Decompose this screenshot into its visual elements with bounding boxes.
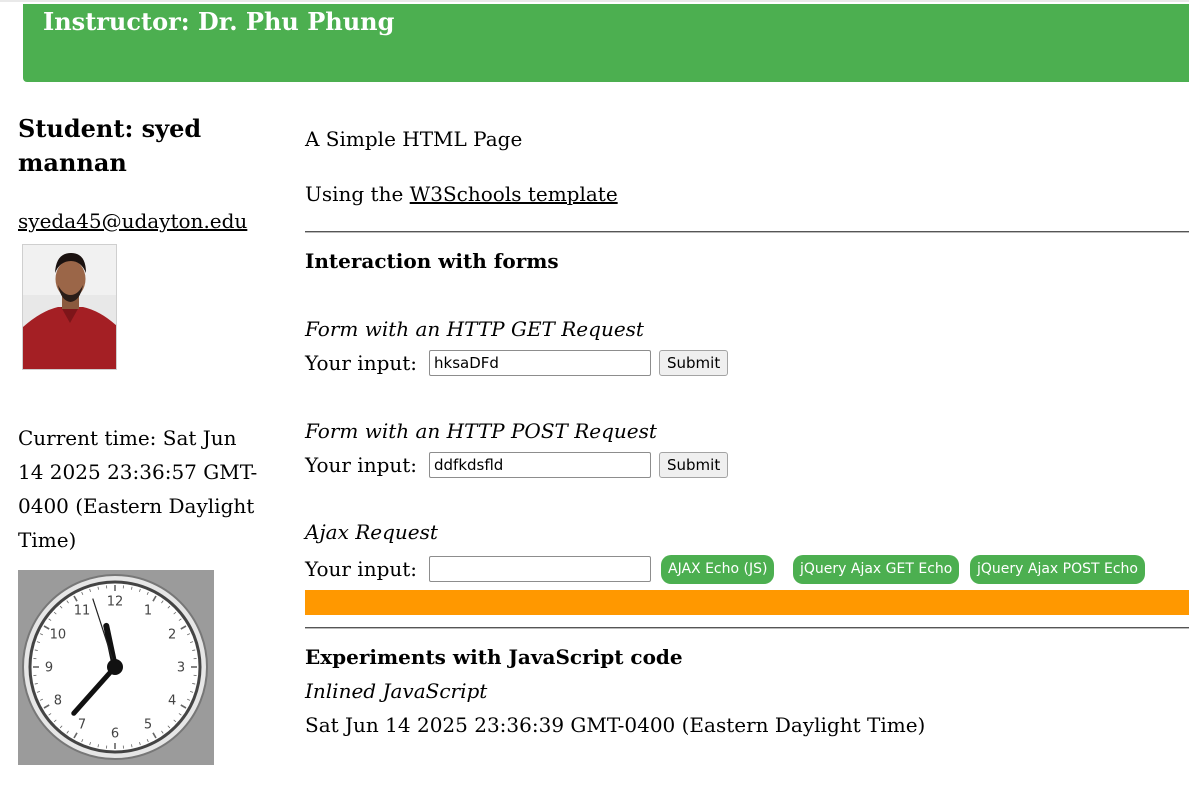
clock-number: 8	[54, 694, 62, 709]
template-prefix: Using the	[305, 182, 410, 206]
jquery-ajax-post-button[interactable]: jQuery Ajax POST Echo	[970, 555, 1145, 584]
w3schools-link[interactable]: W3Schools template	[410, 182, 618, 206]
divider-1	[305, 231, 1189, 233]
template-line: Using the W3Schools template	[305, 180, 618, 208]
divider-2	[305, 627, 1189, 629]
instructor-title: Instructor: Dr. Phu Phung	[43, 7, 395, 36]
ajax-title: Ajax Request	[305, 520, 438, 544]
get-input-label: Your input:	[305, 351, 418, 375]
analog-clock: 12 1 2 3 4 5 6 7 8 9 10 11	[18, 570, 214, 765]
ajax-response-bar	[305, 590, 1189, 615]
page-header: Instructor: Dr. Phu Phung	[23, 4, 1189, 82]
ajax-input-label: Your input:	[305, 557, 418, 581]
clock-number: 4	[168, 694, 176, 709]
inline-js-title: Inlined JavaScript	[305, 679, 488, 703]
get-submit-button[interactable]: Submit	[659, 350, 729, 376]
clock-number: 5	[144, 718, 152, 733]
clock-number: 1	[144, 603, 152, 618]
student-name: Student: syed mannan	[18, 114, 202, 177]
inline-js-output: Sat Jun 14 2025 23:36:39 GMT-0400 (Easte…	[305, 713, 926, 737]
post-input-field[interactable]: ddfkdsfld	[429, 452, 651, 478]
ajax-echo-js-button[interactable]: AJAX Echo (JS)	[661, 555, 775, 584]
student-photo	[22, 244, 117, 370]
clock-number: 7	[78, 718, 86, 733]
post-submit-button[interactable]: Submit	[659, 452, 729, 478]
clock-number: 2	[168, 628, 176, 643]
clock-number: 11	[74, 603, 91, 618]
get-form-title: Form with an HTTP GET Request	[305, 317, 644, 341]
clock-number: 3	[177, 661, 185, 676]
current-time: Current time: Sat Jun 14 2025 23:36:57 G…	[18, 426, 258, 552]
email-link[interactable]: syeda45@udayton.edu	[18, 206, 247, 236]
jquery-ajax-get-button[interactable]: jQuery Ajax GET Echo	[793, 555, 960, 584]
clock-number: 12	[107, 595, 124, 610]
post-input-label: Your input:	[305, 453, 418, 477]
get-input-field[interactable]: hksaDFd	[429, 350, 651, 376]
ajax-input-field[interactable]	[429, 556, 651, 582]
top-border	[0, 0, 1189, 2]
intro-text: A Simple HTML Page	[305, 127, 523, 151]
clock-number: 9	[45, 661, 53, 676]
clock-number: 10	[50, 628, 67, 643]
clock-number: 6	[111, 727, 119, 742]
forms-heading: Interaction with forms	[305, 249, 559, 273]
post-form-title: Form with an HTTP POST Request	[305, 419, 657, 443]
js-heading: Experiments with JavaScript code	[305, 645, 683, 669]
